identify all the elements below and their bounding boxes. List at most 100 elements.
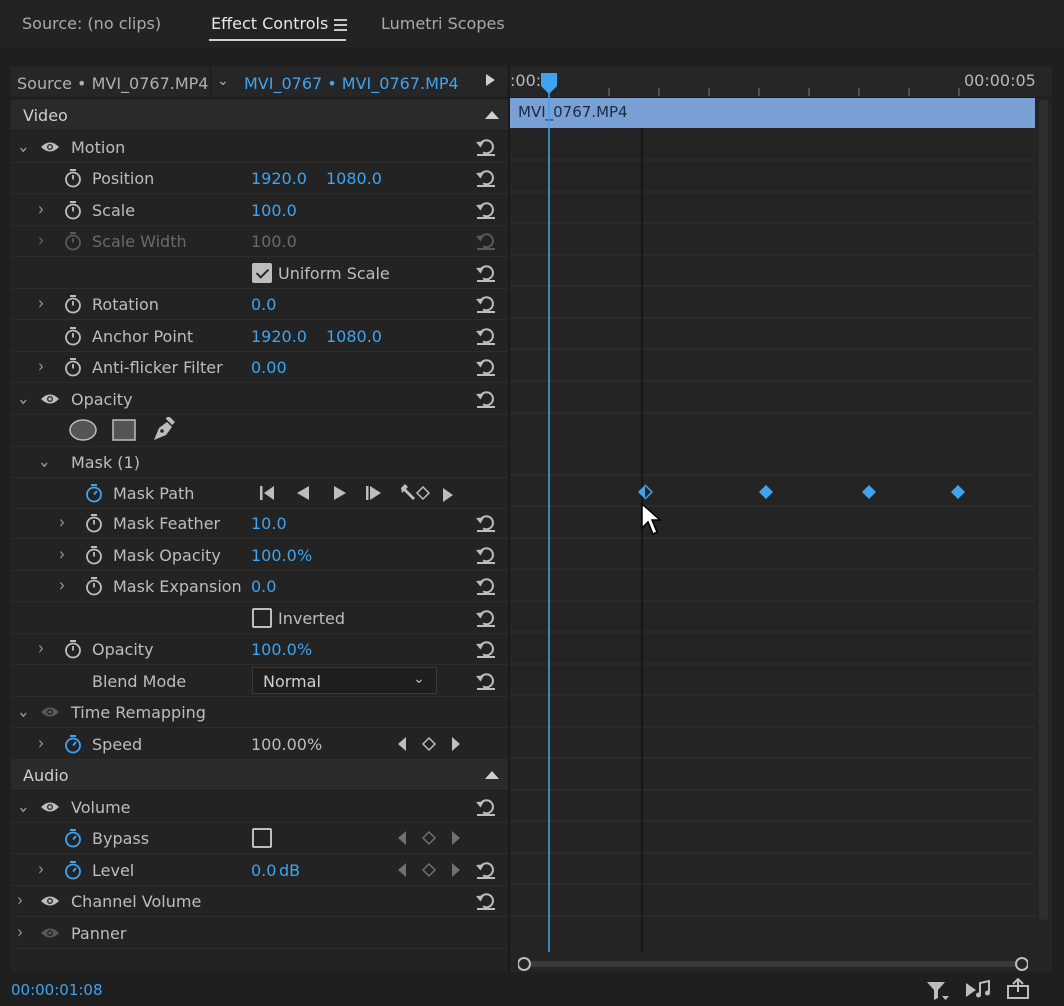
chevron-down-icon[interactable]: ⌄: [17, 795, 30, 817]
chevron-down-icon[interactable]: ⌄: [217, 73, 229, 89]
stopwatch-icon[interactable]: [64, 326, 82, 346]
effect-panner[interactable]: › Panner: [11, 918, 508, 949]
export-frame-icon[interactable]: [1006, 978, 1032, 1000]
effect-channel-volume[interactable]: › Channel Volume: [11, 886, 508, 917]
rectangle-mask-icon[interactable]: [112, 419, 136, 441]
inverted-checkbox[interactable]: [252, 608, 272, 628]
speed-value[interactable]: 100.00%: [251, 735, 322, 754]
eye-icon[interactable]: [40, 141, 60, 153]
play-audio-only-icon[interactable]: [965, 980, 991, 1000]
chevron-right-icon[interactable]: ›: [38, 198, 44, 220]
mask-expansion-value[interactable]: 0.0: [251, 577, 276, 596]
scale-value[interactable]: 100.0: [251, 201, 297, 220]
level-value[interactable]: 0.0: [251, 861, 276, 880]
reset-icon[interactable]: [475, 545, 497, 565]
uniform-scale-checkbox[interactable]: [252, 263, 272, 283]
video-section-header[interactable]: Video: [11, 100, 508, 131]
chevron-right-icon[interactable]: ›: [17, 921, 23, 943]
chevron-down-icon[interactable]: ⌄: [17, 387, 30, 409]
reset-icon[interactable]: [475, 797, 497, 817]
chevron-right-icon[interactable]: ›: [17, 889, 23, 911]
chevron-right-icon[interactable]: ›: [38, 637, 44, 659]
reset-icon[interactable]: [475, 326, 497, 346]
stopwatch-icon[interactable]: [64, 639, 82, 659]
reset-icon[interactable]: [475, 576, 497, 596]
panel-menu-icon[interactable]: [334, 19, 347, 34]
chevron-right-icon[interactable]: ›: [38, 355, 44, 377]
anchor-y-value[interactable]: 1080.0: [326, 327, 382, 346]
effect-volume[interactable]: ⌄ Volume: [11, 792, 508, 823]
track-forward-one-icon[interactable]: [366, 486, 384, 500]
mask-tracking-wrench-icon[interactable]: [399, 483, 431, 503]
horizontal-zoom-scrollbar[interactable]: [518, 957, 1028, 971]
tab-source[interactable]: Source: (no clips): [22, 14, 161, 33]
collapse-icon[interactable]: [485, 111, 499, 119]
reset-icon[interactable]: [475, 860, 497, 880]
stopwatch-icon[interactable]: [64, 734, 82, 754]
stopwatch-icon[interactable]: [85, 513, 103, 533]
stopwatch-icon[interactable]: [64, 828, 82, 848]
reset-icon[interactable]: [475, 357, 497, 377]
stopwatch-icon[interactable]: [64, 200, 82, 220]
chevron-right-icon[interactable]: ›: [38, 292, 44, 314]
collapse-icon[interactable]: [485, 771, 499, 779]
next-keyframe-icon[interactable]: [443, 488, 455, 502]
mask-opacity-value[interactable]: 100.0: [251, 546, 297, 565]
keyframe-1[interactable]: [638, 485, 645, 499]
stopwatch-icon[interactable]: [85, 545, 103, 565]
track-back-one-icon[interactable]: [260, 486, 278, 500]
effect-motion[interactable]: ⌄ Motion: [11, 132, 508, 163]
effect-opacity[interactable]: ⌄ Opacity: [11, 384, 508, 415]
tab-lumetri-scopes[interactable]: Lumetri Scopes: [381, 14, 505, 33]
chevron-right-icon[interactable]: ›: [59, 574, 65, 596]
audio-section-header[interactable]: Audio: [11, 760, 508, 791]
stopwatch-icon[interactable]: [85, 483, 103, 503]
stopwatch-icon[interactable]: [85, 576, 103, 596]
reset-icon[interactable]: [475, 263, 497, 283]
position-x-value[interactable]: 1920.0: [251, 169, 307, 188]
chevron-right-icon[interactable]: ›: [59, 511, 65, 533]
reset-icon[interactable]: [475, 200, 497, 220]
chevron-down-icon[interactable]: ⌄: [17, 135, 30, 157]
reset-icon[interactable]: [475, 891, 497, 911]
rotation-value[interactable]: 0.0: [251, 295, 276, 314]
sequence-clip-dropdown[interactable]: MVI_0767 • MVI_0767.MP4: [244, 74, 459, 93]
reset-icon[interactable]: [475, 608, 497, 628]
keyframe-navigator[interactable]: [397, 830, 461, 846]
stopwatch-icon[interactable]: [64, 860, 82, 880]
stopwatch-icon[interactable]: [64, 294, 82, 314]
eye-icon[interactable]: [40, 393, 60, 405]
opacity-value[interactable]: 100.0: [251, 640, 297, 659]
chevron-down-icon[interactable]: ⌄: [38, 450, 51, 472]
stopwatch-icon[interactable]: [64, 168, 82, 188]
mask-group[interactable]: ⌄ Mask (1): [11, 447, 508, 478]
reset-icon[interactable]: [475, 389, 497, 409]
zoom-handle-left[interactable]: [518, 957, 531, 971]
chevron-down-icon[interactable]: ⌄: [17, 700, 30, 722]
mask-feather-value[interactable]: 10.0: [251, 514, 287, 533]
reset-icon[interactable]: [475, 513, 497, 533]
filter-icon[interactable]: [926, 980, 950, 1002]
keyframe-2[interactable]: [759, 485, 773, 499]
reset-icon[interactable]: [475, 137, 497, 157]
eye-icon[interactable]: [40, 895, 60, 907]
anti-flicker-value[interactable]: 0.00: [251, 358, 287, 377]
eye-icon[interactable]: [40, 801, 60, 813]
current-timecode[interactable]: 00:00:01:08: [11, 981, 103, 999]
keyframe-navigator[interactable]: [397, 862, 461, 878]
ellipse-mask-icon[interactable]: [69, 419, 97, 441]
reset-icon[interactable]: [475, 639, 497, 659]
anchor-x-value[interactable]: 1920.0: [251, 327, 307, 346]
chevron-right-icon[interactable]: ›: [38, 858, 44, 880]
blend-mode-select[interactable]: Normal ⌄: [252, 667, 437, 694]
effect-time-remapping[interactable]: ⌄ Time Remapping: [11, 697, 508, 728]
position-y-value[interactable]: 1080.0: [326, 169, 382, 188]
vertical-scrollbar[interactable]: [1039, 100, 1048, 920]
play-icon[interactable]: [486, 74, 495, 86]
reset-icon[interactable]: [475, 294, 497, 314]
keyframe-3[interactable]: [862, 485, 876, 499]
track-backward-icon[interactable]: [297, 486, 311, 500]
bypass-checkbox[interactable]: [252, 828, 272, 848]
reset-icon[interactable]: [475, 671, 497, 691]
zoom-handle-right[interactable]: [1015, 957, 1028, 971]
